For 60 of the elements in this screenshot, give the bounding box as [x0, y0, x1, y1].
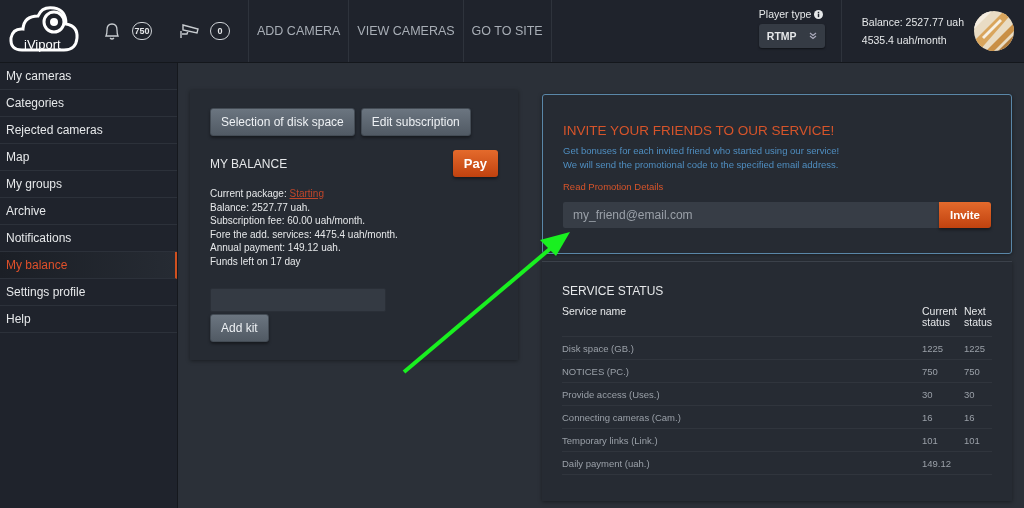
table-cell: 30 [922, 382, 964, 406]
sidebar-item[interactable]: Rejected cameras [0, 117, 177, 144]
security-camera-icon[interactable] [178, 21, 200, 41]
sidebar-item[interactable]: My balance [0, 252, 177, 279]
balance-info-text: Annual payment: 149.12 uah. [210, 241, 342, 255]
monthly-cost-text: 4535.4 uah/month [861, 34, 948, 46]
table-cell: Daily payment (uah.) [562, 451, 922, 475]
column-header: Service name [562, 306, 922, 337]
player-type-label: Player type [758, 8, 825, 20]
table-cell: Connecting cameras (Cam.) [562, 405, 922, 429]
email-input-field[interactable]: my_friend@email.com [563, 202, 939, 228]
table-cell: 16 [964, 405, 992, 429]
promotion-details-link[interactable]: Read Promotion Details [563, 181, 664, 192]
invite-button[interactable]: Invite [938, 202, 991, 228]
sidebar-item[interactable]: Map [0, 144, 177, 171]
nav-link[interactable]: ADD CAMERA [249, 0, 350, 62]
add-kit-button[interactable]: Add kit [210, 314, 269, 342]
chevron-down-icon [808, 32, 817, 40]
nav-link[interactable]: VIEW CAMERAS [349, 0, 464, 62]
table-cell: 750 [964, 359, 992, 383]
notification-count: 750 [132, 22, 152, 40]
balance-info-text: Funds left on 17 day [210, 254, 302, 268]
balance-info-text: Subscription fee: 60.00 uah/month. [210, 214, 367, 228]
balance-info-text: Fore the add. services: 4475.4 uah/month. [210, 227, 399, 241]
invite-description: Get bonuses for each invited friend who started using our service! [563, 144, 841, 158]
table-cell: 750 [922, 359, 964, 383]
table-cell: NOTICES (PC.) [562, 359, 922, 383]
table-cell: Provide access (Uses.) [562, 382, 922, 406]
table-cell: 1225 [922, 336, 964, 360]
logo-text: iViport [24, 37, 61, 52]
column-header: Next status [964, 306, 992, 337]
table-cell: Temporary links (Link.) [562, 428, 922, 452]
balance-text: Balance: 2527.77 uah [861, 16, 964, 28]
invite-description: We will send the promotional code to the specified email address. [563, 157, 840, 171]
action-button[interactable]: Selection of disk space [210, 108, 355, 136]
sidebar-item[interactable]: Settings profile [0, 279, 177, 306]
player-type-dropdown[interactable]: RTMP [758, 24, 825, 48]
package-text: Current package: Starting [210, 187, 325, 201]
bell-icon[interactable] [102, 21, 122, 41]
sidebar-item[interactable]: My cameras [0, 63, 177, 90]
info-icon[interactable] [814, 9, 824, 19]
table-cell: 16 [922, 405, 964, 429]
service-status-title: SERVICE STATUS [562, 284, 665, 298]
balance-title: MY BALANCE [210, 156, 288, 171]
sidebar-item[interactable]: Categories [0, 90, 177, 117]
table-cell: 30 [964, 382, 992, 406]
pay-button[interactable]: Pay [452, 150, 498, 177]
table-cell: Disk space (GB.) [562, 336, 922, 360]
column-header: Current status [922, 306, 964, 337]
sidebar-item[interactable]: My groups [0, 171, 177, 198]
sidebar-item[interactable]: Help [0, 306, 177, 333]
table-cell: 149.12 [922, 451, 964, 475]
table-cell: 101 [922, 428, 964, 452]
action-button[interactable]: Edit subscription [360, 108, 471, 136]
sidebar-item[interactable]: Archive [0, 198, 177, 225]
nav-link[interactable]: GO TO SITE [463, 0, 552, 62]
table-cell: 101 [964, 428, 992, 452]
balance-info-text: Balance: 2527.77 uah. [210, 200, 312, 214]
table-cell: 1225 [964, 336, 992, 360]
invite-title: INVITE YOUR FRIENDS TO OUR SERVICE! [563, 123, 836, 138]
